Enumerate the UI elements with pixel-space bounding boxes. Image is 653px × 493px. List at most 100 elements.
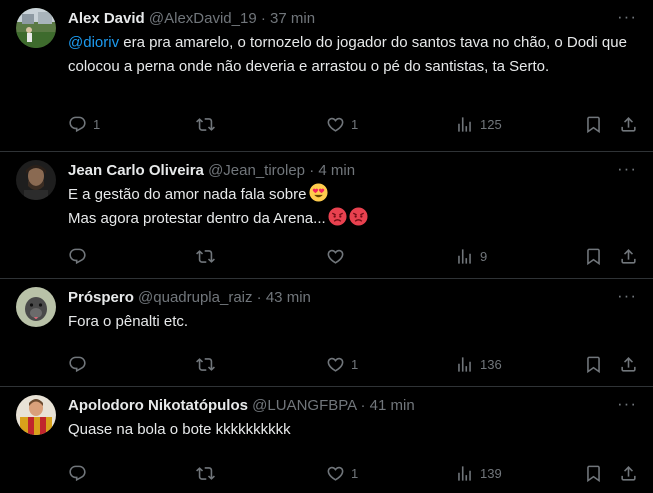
reply-icon: [68, 247, 87, 266]
author-name[interactable]: Alex David: [68, 10, 145, 27]
tweet-text-content: era pra amarelo, o tornozelo do jogador …: [68, 34, 632, 75]
avatar[interactable]: [16, 395, 56, 435]
avatar[interactable]: [16, 8, 56, 48]
tweet-text: @dioriv era pra amarelo, o tornozelo do …: [68, 31, 638, 79]
bookmark-icon: [584, 355, 603, 374]
avatar[interactable]: [16, 287, 56, 327]
tweet-header: Próspero @quadrupla_raiz · 43 min: [68, 288, 605, 308]
bookmark-icon: [584, 464, 603, 483]
heart-icon: [326, 247, 345, 266]
like-button[interactable]: 1: [326, 354, 358, 374]
retweet-icon: [196, 355, 215, 374]
view-count: 136: [480, 356, 502, 372]
views-icon: [455, 464, 474, 483]
more-icon[interactable]: ···: [617, 160, 637, 182]
share-icon: [619, 355, 638, 374]
tweet-text: Quase na bola o bote kkkkkkkkkk: [68, 421, 291, 438]
reply-button[interactable]: 1: [68, 114, 100, 134]
author-handle[interactable]: @LUANGFBPA: [252, 397, 356, 414]
tweet-text-line: Mas agora protestar dentro da Arena...: [68, 210, 326, 227]
share-icon: [619, 464, 638, 483]
timestamp[interactable]: 4 min: [318, 162, 355, 179]
action-bar: 1 1 125: [0, 114, 653, 134]
tweet-text: Fora o pênalti etc.: [68, 313, 189, 330]
share-button[interactable]: [619, 354, 638, 374]
tweet-text: E a gestão do amor nada fala sobre Mas a…: [68, 183, 638, 231]
avatar[interactable]: [16, 160, 56, 200]
views-button[interactable]: 9: [455, 246, 487, 266]
retweet-icon: [196, 247, 215, 266]
tweet-feed: Alex David @AlexDavid_19 · 37 min ··· @d…: [0, 0, 653, 493]
reply-button[interactable]: [68, 354, 93, 374]
retweet-icon: [196, 464, 215, 483]
reply-icon: [68, 115, 87, 134]
views-button[interactable]: 125: [455, 114, 502, 134]
reply-icon: [68, 355, 87, 374]
tweet-text-line: E a gestão do amor nada fala sobre: [68, 186, 307, 203]
author-name[interactable]: Jean Carlo Oliveira: [68, 162, 204, 179]
reply-count: 1: [93, 116, 101, 132]
timestamp[interactable]: 43 min: [266, 289, 311, 306]
tweet-card[interactable]: Jean Carlo Oliveira @Jean_tirolep · 4 mi…: [0, 152, 653, 279]
like-button[interactable]: 1: [326, 463, 358, 483]
timestamp[interactable]: 37 min: [270, 10, 315, 27]
bookmark-icon: [584, 115, 603, 134]
bookmark-button[interactable]: [584, 463, 603, 483]
views-icon: [455, 247, 474, 266]
view-count: 9: [480, 248, 488, 264]
retweet-button[interactable]: [196, 354, 221, 374]
share-button[interactable]: [619, 246, 638, 266]
retweet-button[interactable]: [196, 246, 221, 266]
views-icon: [455, 115, 474, 134]
author-handle[interactable]: @Jean_tirolep: [208, 162, 305, 179]
views-button[interactable]: 136: [455, 354, 502, 374]
heart-eyes-emoji-icon: [308, 183, 328, 202]
retweet-icon: [196, 115, 215, 134]
views-icon: [455, 355, 474, 374]
heart-icon: [326, 464, 345, 483]
tweet-header: Jean Carlo Oliveira @Jean_tirolep · 4 mi…: [68, 161, 605, 181]
view-count: 125: [480, 116, 502, 132]
separator-dot: ·: [309, 162, 315, 179]
author-handle[interactable]: @AlexDavid_19: [149, 10, 257, 27]
views-button[interactable]: 139: [455, 463, 502, 483]
heart-icon: [326, 355, 345, 374]
tweet-card[interactable]: Alex David @AlexDavid_19 · 37 min ··· @d…: [0, 0, 653, 152]
separator-dot: ·: [260, 10, 266, 27]
more-icon[interactable]: ···: [617, 395, 637, 417]
share-icon: [619, 247, 638, 266]
action-bar: 1 139: [0, 463, 653, 483]
mention-link[interactable]: @dioriv: [68, 34, 119, 51]
more-icon[interactable]: ···: [617, 287, 637, 309]
reply-button[interactable]: [68, 246, 93, 266]
tweet-card[interactable]: Apolodoro Nikotatópulos @LUANGFBPA · 41 …: [0, 387, 653, 493]
like-button[interactable]: [326, 246, 351, 266]
author-handle[interactable]: @quadrupla_raiz: [138, 289, 252, 306]
view-count: 139: [480, 465, 502, 481]
author-name[interactable]: Apolodoro Nikotatópulos: [68, 397, 248, 414]
reply-button[interactable]: [68, 463, 93, 483]
retweet-button[interactable]: [196, 114, 221, 134]
share-button[interactable]: [619, 463, 638, 483]
bookmark-button[interactable]: [584, 246, 603, 266]
like-count: 1: [351, 465, 359, 481]
tweet-card[interactable]: Próspero @quadrupla_raiz · 43 min ··· Fo…: [0, 279, 653, 387]
like-count: 1: [351, 116, 359, 132]
retweet-button[interactable]: [196, 463, 221, 483]
action-bar: 9: [0, 246, 653, 266]
share-icon: [619, 115, 638, 134]
author-name[interactable]: Próspero: [68, 289, 134, 306]
more-icon[interactable]: ···: [617, 8, 637, 30]
bookmark-button[interactable]: [584, 354, 603, 374]
tweet-header: Apolodoro Nikotatópulos @LUANGFBPA · 41 …: [68, 396, 605, 416]
heart-icon: [326, 115, 345, 134]
bookmark-icon: [584, 247, 603, 266]
share-button[interactable]: [619, 114, 638, 134]
reply-icon: [68, 464, 87, 483]
separator-dot: ·: [360, 397, 366, 414]
bookmark-button[interactable]: [584, 114, 603, 134]
like-count: 1: [351, 356, 359, 372]
like-button[interactable]: 1: [326, 114, 358, 134]
angry-face-emoji-icon: [328, 207, 347, 226]
timestamp[interactable]: 41 min: [370, 397, 415, 414]
